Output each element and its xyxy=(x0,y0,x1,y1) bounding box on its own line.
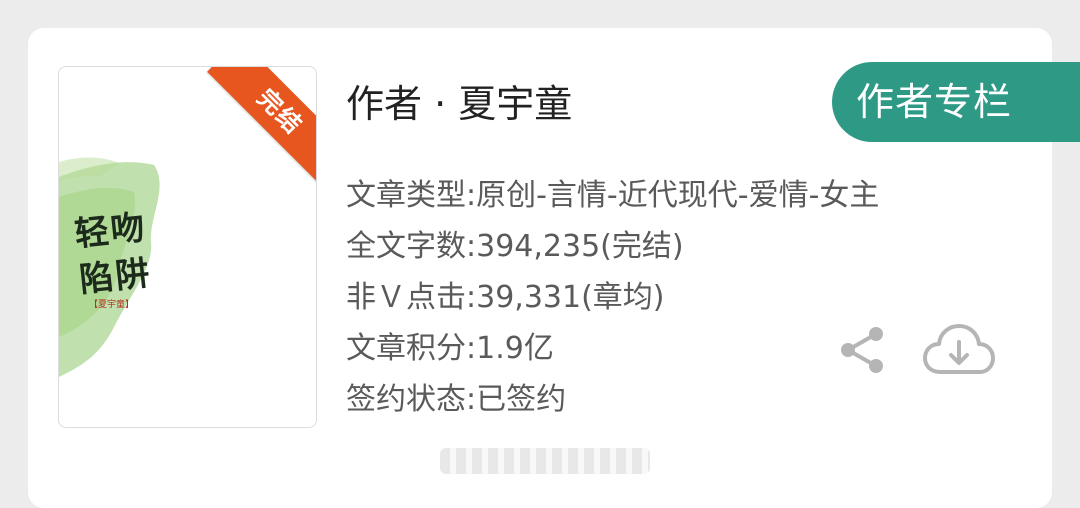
book-info-list: 文章类型:原创-言情-近代现代-爱情-女主 全文字数:394,235(完结) 非… xyxy=(346,170,879,425)
book-cover[interactable]: 轻吻 陷阱 【夏宇童】 完结 xyxy=(58,66,317,428)
cover-title: 轻吻 陷阱 xyxy=(72,207,154,301)
share-icon[interactable] xyxy=(838,324,886,376)
info-score: 文章积分:1.9亿 xyxy=(346,331,554,366)
info-genre: 文章类型:原创-言情-近代现代-爱情-女主 xyxy=(346,178,880,213)
info-contract-status: 签约状态:已签约 xyxy=(346,382,567,417)
blurred-content xyxy=(440,448,650,474)
cloud-download-icon[interactable] xyxy=(922,322,996,378)
author-title[interactable]: 作者 · 夏宇童 xyxy=(346,80,572,128)
author-column-button[interactable]: 作者专栏 xyxy=(832,62,1080,142)
cover-author: 【夏宇童】 xyxy=(89,300,135,310)
info-clicks: 非Ｖ点击:39,331(章均) xyxy=(346,280,665,315)
info-word-count: 全文字数:394,235(完结) xyxy=(346,229,684,264)
